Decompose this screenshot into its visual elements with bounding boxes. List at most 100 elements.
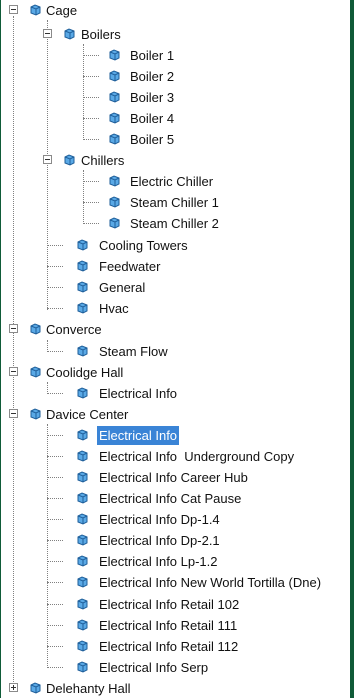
tree-node-label[interactable]: Cooling Towers	[97, 236, 190, 255]
tree-node-dc-dp-1-4[interactable]: Electrical Info Dp-1.4	[1, 509, 350, 530]
tree-node-label[interactable]: Electrical Info Cat Pause	[97, 489, 243, 508]
tree-node-cage[interactable]: Cage	[1, 0, 350, 21]
collapse-toggle[interactable]	[9, 324, 18, 333]
collapse-toggle[interactable]	[43, 155, 52, 164]
tree-node-label[interactable]: Electrical Info Dp-1.4	[97, 510, 222, 529]
tree-node-chillers[interactable]: Chillers	[1, 150, 350, 171]
tree-line	[47, 540, 63, 541]
tree-node-label[interactable]: Steam Chiller 2	[128, 214, 221, 233]
cube-icon	[77, 640, 88, 652]
tree-node-steam-flow[interactable]: Steam Flow	[1, 341, 350, 362]
tree-node-dc-cat-pause[interactable]: Electrical Info Cat Pause	[1, 488, 350, 509]
tree-node-dc-serp[interactable]: Electrical Info Serp	[1, 657, 350, 678]
tree-node-label[interactable]: Electrical Info Dp-2.1	[97, 531, 222, 550]
tree-node-label[interactable]: Boiler 4	[128, 109, 176, 128]
tree-node-label[interactable]: Electrical Info Retail 112	[97, 637, 240, 656]
tree-node-label[interactable]: Converce	[44, 320, 104, 339]
tree-view[interactable]: Cage Boilers Boiler 1 Boiler 2 Boiler 3	[1, 0, 350, 698]
tree-node-boiler-5[interactable]: Boiler 5	[1, 129, 350, 150]
tree-node-label[interactable]: Steam Chiller 1	[128, 193, 221, 212]
tree-node-electric-chiller[interactable]: Electric Chiller	[1, 171, 350, 192]
tree-line	[47, 604, 63, 605]
tree-node-label[interactable]: Feedwater	[97, 257, 162, 276]
tree-line	[83, 181, 99, 182]
expand-toggle[interactable]	[9, 683, 18, 692]
tree-node-label[interactable]: Delehanty Hall	[44, 679, 133, 698]
tree-node-label[interactable]: Electric Chiller	[128, 172, 215, 191]
cube-icon	[77, 492, 88, 504]
tree-node-dc-lp-1-2[interactable]: Electrical Info Lp-1.2	[1, 551, 350, 572]
tree-node-dc-retail-112[interactable]: Electrical Info Retail 112	[1, 636, 350, 657]
collapse-toggle[interactable]	[9, 5, 18, 14]
tree-node-boiler-2[interactable]: Boiler 2	[1, 66, 350, 87]
tree-node-label[interactable]: Electrical Info Career Hub	[97, 468, 250, 487]
tree-node-dc-new-world-tortilla[interactable]: Electrical Info New World Tortilla (Dne)	[1, 572, 350, 593]
tree-node-dc-career-hub[interactable]: Electrical Info Career Hub	[1, 467, 350, 488]
cube-icon	[109, 217, 120, 229]
tree-node-label[interactable]: Coolidge Hall	[44, 363, 125, 382]
collapse-toggle[interactable]	[9, 367, 18, 376]
cube-icon	[109, 70, 120, 82]
tree-node-label[interactable]: Boilers	[79, 25, 123, 44]
tree-node-label[interactable]: Electrical Info Underground Copy	[97, 447, 296, 466]
tree-node-label[interactable]: Davice Center	[44, 405, 130, 424]
tree-line	[47, 266, 63, 267]
tree-node-label[interactable]: Electrical Info Retail 111	[97, 616, 239, 635]
tree-node-hvac[interactable]: Hvac	[1, 298, 350, 319]
tree-node-label[interactable]: Boiler 3	[128, 88, 176, 107]
tree-node-davice-center[interactable]: Davice Center	[1, 404, 350, 425]
tree-line	[83, 76, 99, 77]
tree-line	[47, 667, 63, 668]
tree-node-dc-retail-111[interactable]: Electrical Info Retail 111	[1, 615, 350, 636]
tree-line	[47, 477, 63, 478]
collapse-toggle[interactable]	[43, 29, 52, 38]
tree-node-label[interactable]: Electrical Info Serp	[97, 658, 210, 677]
tree-node-label[interactable]: Hvac	[97, 299, 131, 318]
cube-icon	[64, 154, 75, 166]
collapse-toggle[interactable]	[9, 409, 18, 418]
tree-node-dc-electrical-info-underground-copy[interactable]: Electrical Info Underground Copy	[1, 446, 350, 467]
tree-node-steam-chiller-2[interactable]: Steam Chiller 2	[1, 213, 350, 234]
tree-node-converce[interactable]: Converce	[1, 319, 350, 340]
tree-node-label[interactable]: Electrical Info New World Tortilla (Dne)	[97, 573, 323, 592]
tree-node-delehanty-hall[interactable]: Delehanty Hall	[1, 678, 350, 698]
tree-node-label[interactable]: Chillers	[79, 151, 126, 170]
tree-node-boiler-3[interactable]: Boiler 3	[1, 87, 350, 108]
tree-node-steam-chiller-1[interactable]: Steam Chiller 1	[1, 192, 350, 213]
tree-node-boiler-1[interactable]: Boiler 1	[1, 45, 350, 66]
cube-icon	[30, 366, 41, 378]
tree-node-boiler-4[interactable]: Boiler 4	[1, 108, 350, 129]
tree-node-feedwater[interactable]: Feedwater	[1, 256, 350, 277]
tree-line	[83, 223, 99, 224]
tree-node-label[interactable]: Electrical Info Lp-1.2	[97, 552, 220, 571]
cube-icon	[77, 661, 88, 673]
tree-node-label[interactable]: Boiler 2	[128, 67, 176, 86]
tree-node-coolidge-electrical-info[interactable]: Electrical Info	[1, 383, 350, 404]
cube-icon	[77, 576, 88, 588]
cube-icon	[77, 513, 88, 525]
tree-node-label[interactable]: Boiler 1	[128, 46, 176, 65]
tree-line	[47, 582, 63, 583]
tree-node-label[interactable]: Electrical Info	[97, 384, 179, 403]
tree-node-label-selected[interactable]: Electrical Info	[97, 426, 180, 445]
tree-node-general[interactable]: General	[1, 277, 350, 298]
tree-panel: Cage Boilers Boiler 1 Boiler 2 Boiler 3	[0, 0, 354, 698]
tree-line	[83, 202, 99, 203]
tree-node-label[interactable]: General	[97, 278, 147, 297]
cube-icon	[109, 112, 120, 124]
tree-node-boilers[interactable]: Boilers	[1, 24, 350, 45]
tree-node-label[interactable]: Electrical Info Retail 102	[97, 595, 241, 614]
tree-node-cooling-towers[interactable]: Cooling Towers	[1, 235, 350, 256]
tree-line	[47, 435, 63, 436]
tree-node-label[interactable]: Boiler 5	[128, 130, 176, 149]
tree-node-coolidge-hall[interactable]: Coolidge Hall	[1, 362, 350, 383]
tree-node-dc-retail-102[interactable]: Electrical Info Retail 102	[1, 594, 350, 615]
tree-node-dc-dp-2-1[interactable]: Electrical Info Dp-2.1	[1, 530, 350, 551]
tree-node-label[interactable]: Steam Flow	[97, 342, 170, 361]
cube-icon	[30, 323, 41, 335]
cube-icon	[77, 239, 88, 251]
tree-line	[47, 287, 63, 288]
cube-icon	[30, 4, 41, 16]
tree-node-dc-electrical-info[interactable]: Electrical Info	[1, 425, 350, 446]
tree-node-label[interactable]: Cage	[44, 1, 79, 20]
